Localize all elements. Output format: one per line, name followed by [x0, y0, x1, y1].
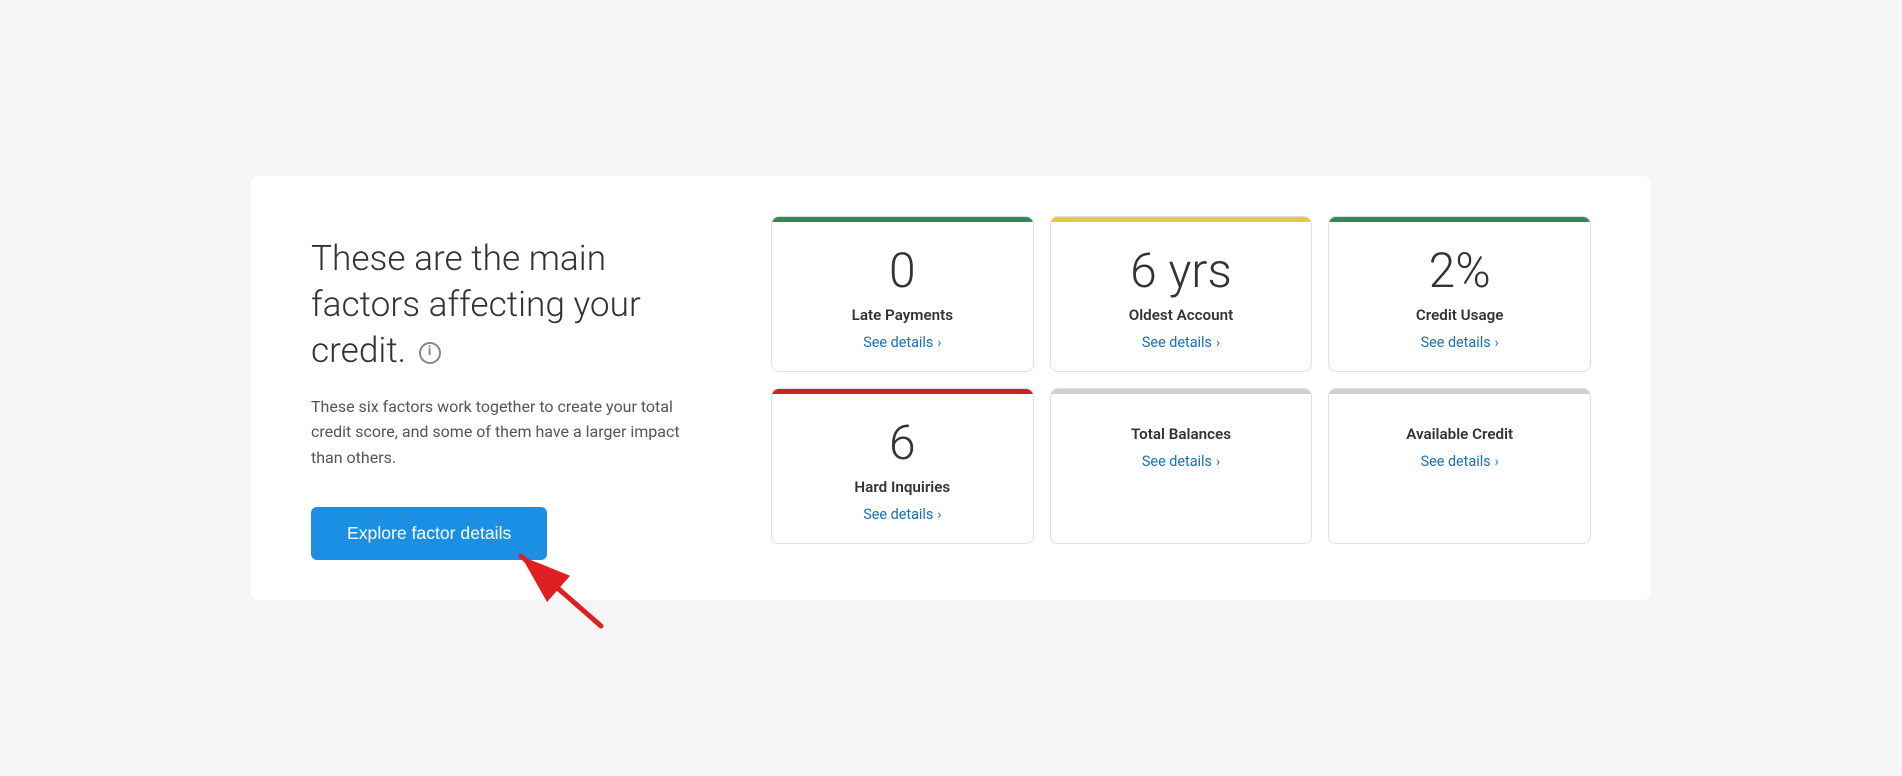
main-container: These are the main factors affecting you… — [251, 176, 1651, 599]
arrow-container — [491, 536, 611, 640]
heading-text: These are the main factors affecting you… — [311, 237, 641, 371]
card-value-credit-usage: 2% — [1429, 245, 1491, 298]
card-link-credit-usage[interactable]: See details› — [1421, 334, 1499, 351]
card-link-text-hard-inquiries: See details — [863, 506, 933, 523]
card-available-credit: Available Credit See details› — [1328, 388, 1591, 544]
card-link-oldest-account[interactable]: See details› — [1142, 334, 1220, 351]
card-hard-inquiries: 6 Hard Inquiries See details› — [771, 388, 1034, 544]
card-label-credit-usage: Credit Usage — [1416, 306, 1504, 324]
card-label-total-balances: Total Balances — [1131, 425, 1231, 443]
chevron-right-icon: › — [1495, 454, 1499, 470]
card-late-payments: 0 Late Payments See details› — [771, 216, 1034, 372]
card-link-text-late-payments: See details — [863, 334, 933, 351]
card-value-hard-inquiries: 6 — [889, 417, 916, 470]
card-link-late-payments[interactable]: See details› — [863, 334, 941, 351]
card-label-available-credit: Available Credit — [1406, 425, 1513, 443]
card-link-text-available-credit: See details — [1421, 453, 1491, 470]
card-link-total-balances[interactable]: See details› — [1142, 453, 1220, 470]
card-link-text-total-balances: See details — [1142, 453, 1212, 470]
card-link-text-credit-usage: See details — [1421, 334, 1491, 351]
card-credit-usage: 2% Credit Usage See details› — [1328, 216, 1591, 372]
chevron-right-icon: › — [937, 507, 941, 523]
left-panel: These are the main factors affecting you… — [311, 216, 691, 559]
card-link-text-oldest-account: See details — [1142, 334, 1212, 351]
card-label-late-payments: Late Payments — [852, 306, 953, 324]
chevron-right-icon: › — [937, 335, 941, 351]
card-link-hard-inquiries[interactable]: See details› — [863, 506, 941, 523]
chevron-right-icon: › — [1216, 454, 1220, 470]
chevron-right-icon: › — [1216, 335, 1220, 351]
card-label-hard-inquiries: Hard Inquiries — [854, 478, 950, 496]
main-heading: These are the main factors affecting you… — [311, 236, 691, 373]
card-oldest-account: 6 yrs Oldest Account See details› — [1050, 216, 1313, 372]
info-icon[interactable]: i — [419, 342, 441, 364]
card-label-oldest-account: Oldest Account — [1129, 306, 1233, 324]
card-value-late-payments: 0 — [889, 245, 916, 298]
cards-grid: 0Late PaymentsSee details›6 yrsOldest Ac… — [771, 216, 1591, 544]
arrow-icon — [491, 536, 611, 636]
card-link-available-credit[interactable]: See details› — [1421, 453, 1499, 470]
card-total-balances: Total Balances See details› — [1050, 388, 1313, 544]
description-text: These six factors work together to creat… — [311, 394, 691, 471]
chevron-right-icon: › — [1495, 335, 1499, 351]
card-value-oldest-account: 6 yrs — [1130, 245, 1232, 298]
